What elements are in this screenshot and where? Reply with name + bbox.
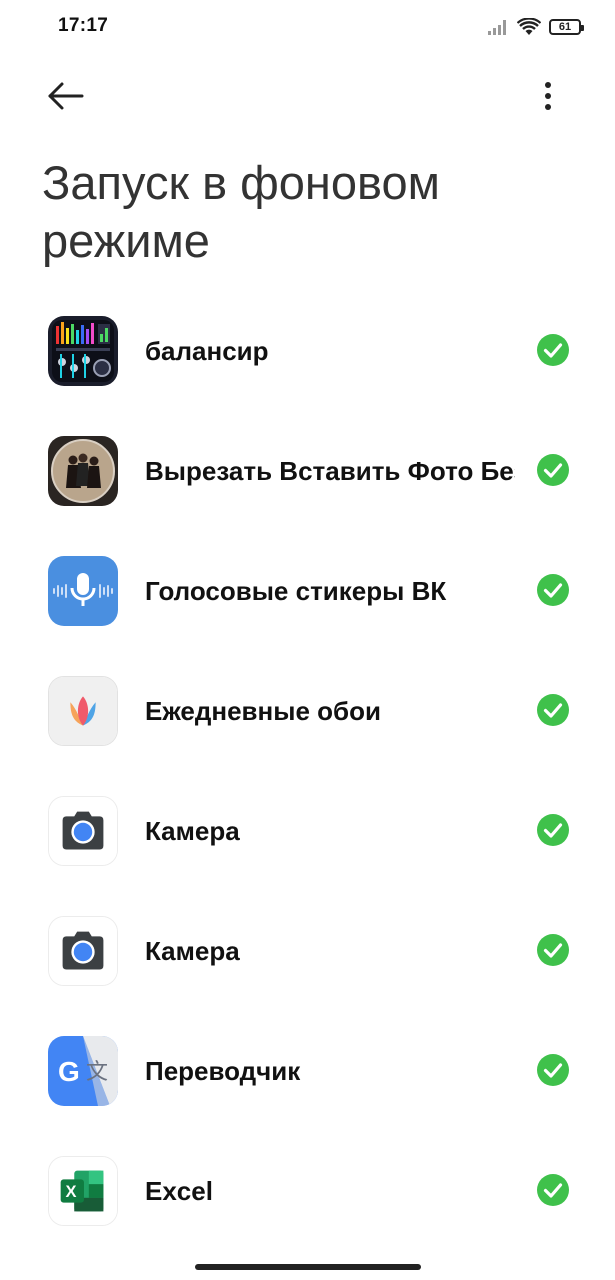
check-icon[interactable] xyxy=(537,1054,569,1086)
app-label: Камера xyxy=(145,936,240,966)
app-label: Excel xyxy=(145,1176,213,1206)
app-label: Ежедневные обои xyxy=(145,696,381,726)
app-row-cut-paste-photo[interactable]: Вырезать Вставить Фото Без Фона xyxy=(0,410,615,530)
cut-paste-photo-app-icon xyxy=(48,436,118,506)
check-icon[interactable] xyxy=(537,1174,569,1206)
daily-wallpapers-app-icon xyxy=(48,676,118,746)
back-button[interactable] xyxy=(44,76,88,116)
check-icon[interactable] xyxy=(537,574,569,606)
back-arrow-icon xyxy=(48,82,84,110)
check-icon[interactable] xyxy=(537,814,569,846)
svg-text:X: X xyxy=(66,1183,77,1201)
svg-text:G: G xyxy=(58,1056,80,1087)
app-row-balancer[interactable]: балансир xyxy=(0,290,615,410)
more-options-button[interactable] xyxy=(530,76,566,116)
app-label: балансир xyxy=(145,336,269,366)
app-row-camera[interactable]: Камера xyxy=(0,770,615,890)
page-title: Запуск в фоновом режиме xyxy=(42,156,440,267)
app-label: Голосовые стикеры ВК xyxy=(145,576,447,606)
check-icon[interactable] xyxy=(537,694,569,726)
status-bar: 17:17 61 xyxy=(0,0,615,56)
battery-icon: 61 xyxy=(549,19,584,35)
app-list: балансир Вырезать Вставить Фото Без Фона xyxy=(0,290,615,1250)
app-label: Переводчик xyxy=(145,1056,301,1086)
app-label: Вырезать Вставить Фото Без Фона xyxy=(145,456,515,486)
app-row-excel[interactable]: X Excel xyxy=(0,1130,615,1250)
more-vertical-icon xyxy=(545,82,551,110)
check-icon[interactable] xyxy=(537,334,569,366)
app-row-voice-stickers[interactable]: Голосовые стикеры ВК xyxy=(0,530,615,650)
status-icons: 61 xyxy=(487,15,584,39)
app-row-daily-wallpapers[interactable]: Ежедневные обои xyxy=(0,650,615,770)
app-row-camera-2[interactable]: Камера xyxy=(0,890,615,1010)
translate-app-icon: G 文 xyxy=(48,1036,118,1106)
voice-stickers-app-icon xyxy=(48,556,118,626)
svg-text:文: 文 xyxy=(86,1060,108,1085)
camera-app-icon xyxy=(48,916,118,986)
app-row-translate[interactable]: G 文 Переводчик xyxy=(0,1010,615,1130)
check-icon[interactable] xyxy=(537,454,569,486)
excel-app-icon: X xyxy=(48,1156,118,1226)
signal-icon xyxy=(488,20,506,35)
wifi-icon xyxy=(517,18,541,35)
camera-app-icon xyxy=(48,796,118,866)
check-icon[interactable] xyxy=(537,934,569,966)
status-time: 17:17 xyxy=(58,15,109,36)
app-label: Камера xyxy=(145,816,240,846)
home-indicator[interactable] xyxy=(195,1264,421,1270)
equalizer-app-icon xyxy=(48,316,118,386)
